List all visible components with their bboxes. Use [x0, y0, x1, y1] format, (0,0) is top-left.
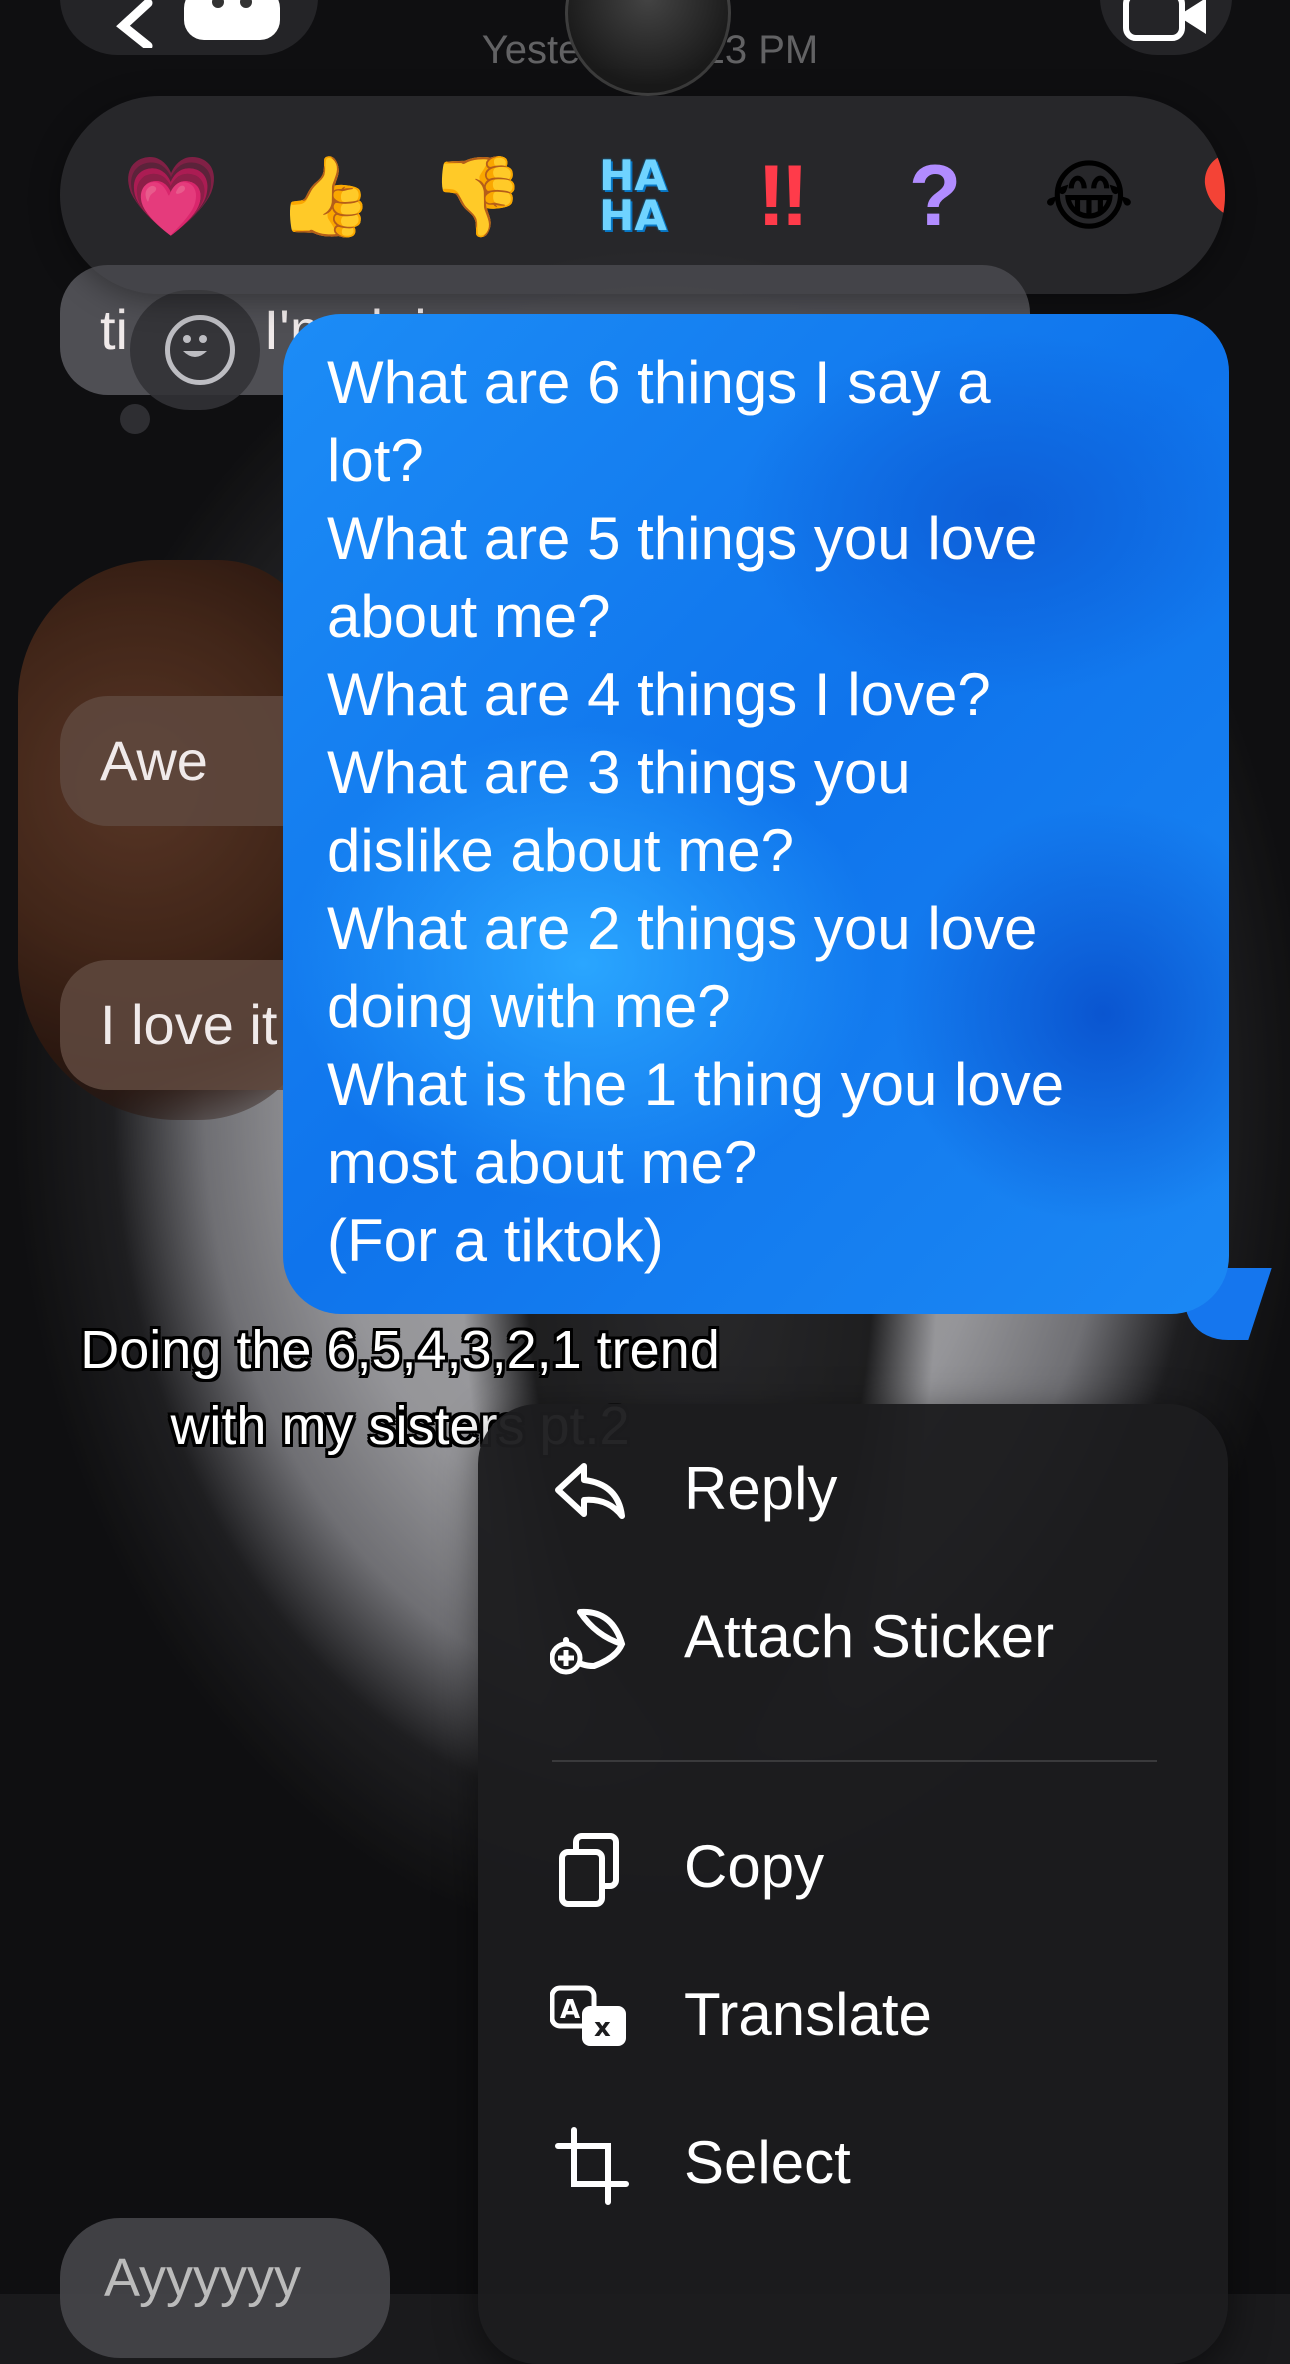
- message-text: Ayyyyyy: [104, 2248, 302, 2308]
- laughing-reaction-icon[interactable]: 😂: [1034, 141, 1144, 251]
- crop-icon: [555, 2127, 629, 2205]
- message-text: Awe: [100, 729, 208, 792]
- haha-reaction-icon[interactable]: HA HA: [578, 141, 688, 251]
- message-bubble-outgoing[interactable]: What are 6 things I say a lot? What are …: [283, 314, 1229, 1314]
- menu-item-label: Copy: [684, 1833, 825, 1900]
- menu-item-reply[interactable]: Reply: [478, 1424, 1228, 1554]
- menu-item-copy[interactable]: Copy: [478, 1802, 1228, 1932]
- message-bubble-incoming[interactable]: Ayyyyyy: [60, 2218, 390, 2358]
- menu-item-translate[interactable]: A x Translate: [478, 1950, 1228, 2080]
- heart-reaction-icon[interactable]: 💗: [116, 141, 226, 251]
- thumbs-down-reaction-icon[interactable]: 👎: [422, 141, 532, 251]
- message-text: What are 6 things I say a lot? What are …: [327, 349, 1065, 1274]
- svg-text:x: x: [594, 2013, 611, 2043]
- menu-item-label: Translate: [684, 1981, 932, 2048]
- reply-arrow-icon: [555, 1463, 625, 1519]
- svg-text:A: A: [560, 1995, 580, 2025]
- caption-line: Doing the 6,5,4,3,2,1 trend: [80, 1320, 720, 1380]
- back-button[interactable]: [60, 0, 318, 55]
- people-icon: [184, 0, 280, 40]
- thumbs-up-reaction-icon[interactable]: 👍: [270, 141, 380, 251]
- menu-item-label: Select: [684, 2129, 851, 2196]
- message-text: ti: [100, 298, 128, 361]
- message-text: I love it: [100, 993, 278, 1056]
- menu-item-label: Reply: [684, 1455, 838, 1522]
- smiley-icon: [165, 315, 235, 385]
- chevron-left-icon: [116, 0, 153, 48]
- translate-icon: A x: [550, 1985, 626, 2046]
- menu-divider: [552, 1760, 1157, 1762]
- balloon-reaction-icon[interactable]: 🎈: [1178, 141, 1225, 251]
- menu-item-attach-sticker[interactable]: Attach Sticker: [478, 1572, 1228, 1702]
- question-reaction-icon[interactable]: ?: [880, 141, 990, 251]
- exclamation-reaction-icon[interactable]: ‼: [728, 141, 838, 251]
- reaction-bar: 💗 👍 👎 HA HA ‼ ? 😂 🎈: [60, 96, 1225, 294]
- context-menu: Reply Attach Sticker Copy A x Translate …: [478, 1404, 1228, 2364]
- copy-icon: [559, 1833, 619, 1907]
- menu-item-select[interactable]: Select: [478, 2098, 1228, 2228]
- video-camera-icon: [1123, 0, 1206, 41]
- thought-dot: [120, 404, 150, 434]
- sticker-add-icon: [550, 1608, 626, 1675]
- menu-item-label: Attach Sticker: [684, 1603, 1055, 1670]
